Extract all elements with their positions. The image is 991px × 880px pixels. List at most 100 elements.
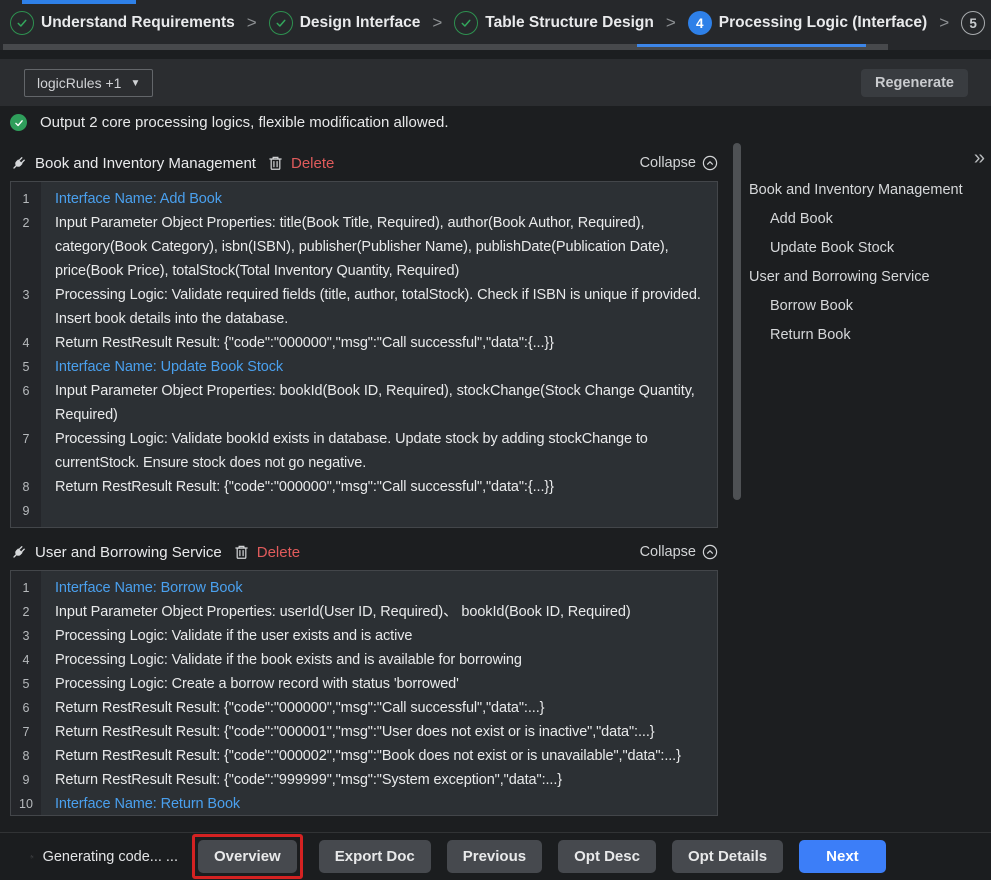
code-line: 10Interface Name: Return Book xyxy=(11,792,717,816)
code-line: 4Processing Logic: Validate if the book … xyxy=(11,648,717,672)
previous-button[interactable]: Previous xyxy=(447,840,542,873)
code-line: 3Processing Logic: Validate required fie… xyxy=(11,283,717,331)
panels-column: Book and Inventory Management Delete Col… xyxy=(10,148,718,816)
step-number: 5 xyxy=(961,11,985,35)
code-text: Input Parameter Object Properties: title… xyxy=(41,211,717,283)
delete-button[interactable]: Delete xyxy=(257,544,300,561)
api-plug-icon xyxy=(10,155,27,172)
code-text: Return RestResult Result: {"code":"99999… xyxy=(41,768,717,792)
stepper-steps: Understand Requirements > Design Interface… xyxy=(0,0,991,35)
collapse-button[interactable]: Collapse xyxy=(640,155,718,171)
logic-panel-1: Book and Inventory Management Delete Col… xyxy=(10,148,718,528)
line-number: 8 xyxy=(11,475,41,499)
dropdown-label: logicRules +1 xyxy=(37,75,121,91)
line-number: 2 xyxy=(11,600,41,624)
line-number: 4 xyxy=(11,331,41,355)
line-number: 7 xyxy=(11,427,41,475)
next-button[interactable]: Next xyxy=(799,840,886,873)
code-line: 7Return RestResult Result: {"code":"0000… xyxy=(11,720,717,744)
step-label: Table Structure Design xyxy=(485,14,654,32)
status-message: Output 2 core processing logics, flexibl… xyxy=(40,114,449,131)
code-text: Return RestResult Result: {"code":"00000… xyxy=(41,475,717,499)
code-line: 8Return RestResult Result: {"code":"0000… xyxy=(11,475,717,499)
panel-title: Book and Inventory Management xyxy=(35,155,256,172)
line-number: 1 xyxy=(11,187,41,211)
opt-desc-button[interactable]: Opt Desc xyxy=(558,840,656,873)
code-text: Return RestResult Result: {"code":"00000… xyxy=(41,331,717,355)
collapse-button[interactable]: Collapse xyxy=(640,544,718,560)
code-line: 6Input Parameter Object Properties: book… xyxy=(11,379,717,427)
code-line: 2Input Parameter Object Properties: user… xyxy=(11,600,717,624)
outline-item[interactable]: Add Book xyxy=(747,205,991,234)
trash-icon[interactable] xyxy=(268,155,283,171)
step-check-icon xyxy=(269,11,293,35)
code-line: 5Processing Logic: Create a borrow recor… xyxy=(11,672,717,696)
step-separator-icon: > xyxy=(665,13,677,33)
outline-sidebar: » Book and Inventory ManagementAdd BookU… xyxy=(747,148,991,832)
panel-header: Book and Inventory Management Delete Col… xyxy=(10,148,718,178)
code-editor[interactable]: 1Interface Name: Borrow Book2Input Param… xyxy=(10,570,718,816)
code-line: 5Interface Name: Update Book Stock xyxy=(11,355,717,379)
step-2[interactable]: Design Interface xyxy=(269,11,421,35)
code-text: Input Parameter Object Properties: userI… xyxy=(41,600,717,624)
highlight-box: Overview xyxy=(192,834,303,879)
step-3[interactable]: Table Structure Design xyxy=(454,11,654,35)
overview-button[interactable]: Overview xyxy=(198,840,297,873)
code-text: Return RestResult Result: {"code":"00000… xyxy=(41,720,717,744)
code-line: 9 xyxy=(11,499,717,523)
step-1[interactable]: Understand Requirements xyxy=(10,11,235,35)
main-content: Book and Inventory Management Delete Col… xyxy=(0,148,991,832)
stepper-bar: Understand Requirements > Design Interface… xyxy=(0,0,991,50)
code-line: 1Interface Name: Borrow Book xyxy=(11,576,717,600)
code-line: 2Input Parameter Object Properties: titl… xyxy=(11,211,717,283)
footer-buttons: Overview Export Doc Previous Opt Desc Opt De… xyxy=(192,834,886,879)
code-line: 9Return RestResult Result: {"code":"9999… xyxy=(11,768,717,792)
delete-button[interactable]: Delete xyxy=(291,155,334,172)
step-check-icon xyxy=(454,11,478,35)
outline-item[interactable]: Borrow Book xyxy=(747,292,991,321)
collapse-label: Collapse xyxy=(640,155,696,171)
code-text: Input Parameter Object Properties: bookI… xyxy=(41,379,717,427)
line-number: 5 xyxy=(11,355,41,379)
interface-name-link: Interface Name: Return Book xyxy=(41,792,717,816)
step-separator-icon: > xyxy=(938,13,950,33)
code-line: 1Interface Name: Add Book xyxy=(11,187,717,211)
trash-icon[interactable] xyxy=(234,544,249,560)
collapse-circle-icon xyxy=(702,155,718,171)
outline-item[interactable]: Book and Inventory Management xyxy=(747,176,991,205)
outline-item[interactable]: Return Book xyxy=(747,321,991,350)
logic-panel-2: User and Borrowing Service Delete Collap… xyxy=(10,537,718,816)
step-number: 4 xyxy=(688,11,712,35)
generating-text: Generating code... ... xyxy=(43,849,178,865)
line-number: 3 xyxy=(11,283,41,331)
step-label: Processing Logic (Interface) xyxy=(719,14,927,32)
line-number: 5 xyxy=(11,672,41,696)
interface-name-link: Interface Name: Borrow Book xyxy=(41,576,717,600)
step-separator-icon: > xyxy=(246,13,258,33)
generating-status: Generating code... ... xyxy=(30,849,178,865)
footer-bar: Generating code... ... Overview Export Do… xyxy=(0,832,991,880)
step-separator-icon: > xyxy=(431,13,443,33)
logic-rules-dropdown[interactable]: logicRules +1 ▼ xyxy=(24,69,153,97)
api-plug-icon xyxy=(10,544,27,561)
line-number: 6 xyxy=(11,696,41,720)
chevron-down-icon: ▼ xyxy=(130,78,140,89)
code-text: Return RestResult Result: {"code":"00000… xyxy=(41,696,717,720)
export-doc-button[interactable]: Export Doc xyxy=(319,840,431,873)
opt-details-button[interactable]: Opt Details xyxy=(672,840,783,873)
code-text: Processing Logic: Create a borrow record… xyxy=(41,672,717,696)
code-line: 8Return RestResult Result: {"code":"0000… xyxy=(11,744,717,768)
line-number: 8 xyxy=(11,744,41,768)
step-label: Understand Requirements xyxy=(41,14,235,32)
collapse-circle-icon xyxy=(702,544,718,560)
step-4[interactable]: 4 Processing Logic (Interface) xyxy=(688,11,927,35)
vertical-scrollbar[interactable] xyxy=(733,143,741,500)
outline-item[interactable]: Update Book Stock xyxy=(747,234,991,263)
line-number: 9 xyxy=(11,499,41,523)
collapse-sidebar-icon[interactable]: » xyxy=(974,148,985,168)
code-editor[interactable]: 1Interface Name: Add Book2Input Paramete… xyxy=(10,181,718,528)
outline-item[interactable]: User and Borrowing Service xyxy=(747,263,991,292)
top-scroll-indicator xyxy=(22,0,136,4)
regenerate-button[interactable]: Regenerate xyxy=(861,69,968,97)
step-5[interactable]: 5Generate S xyxy=(961,11,991,35)
